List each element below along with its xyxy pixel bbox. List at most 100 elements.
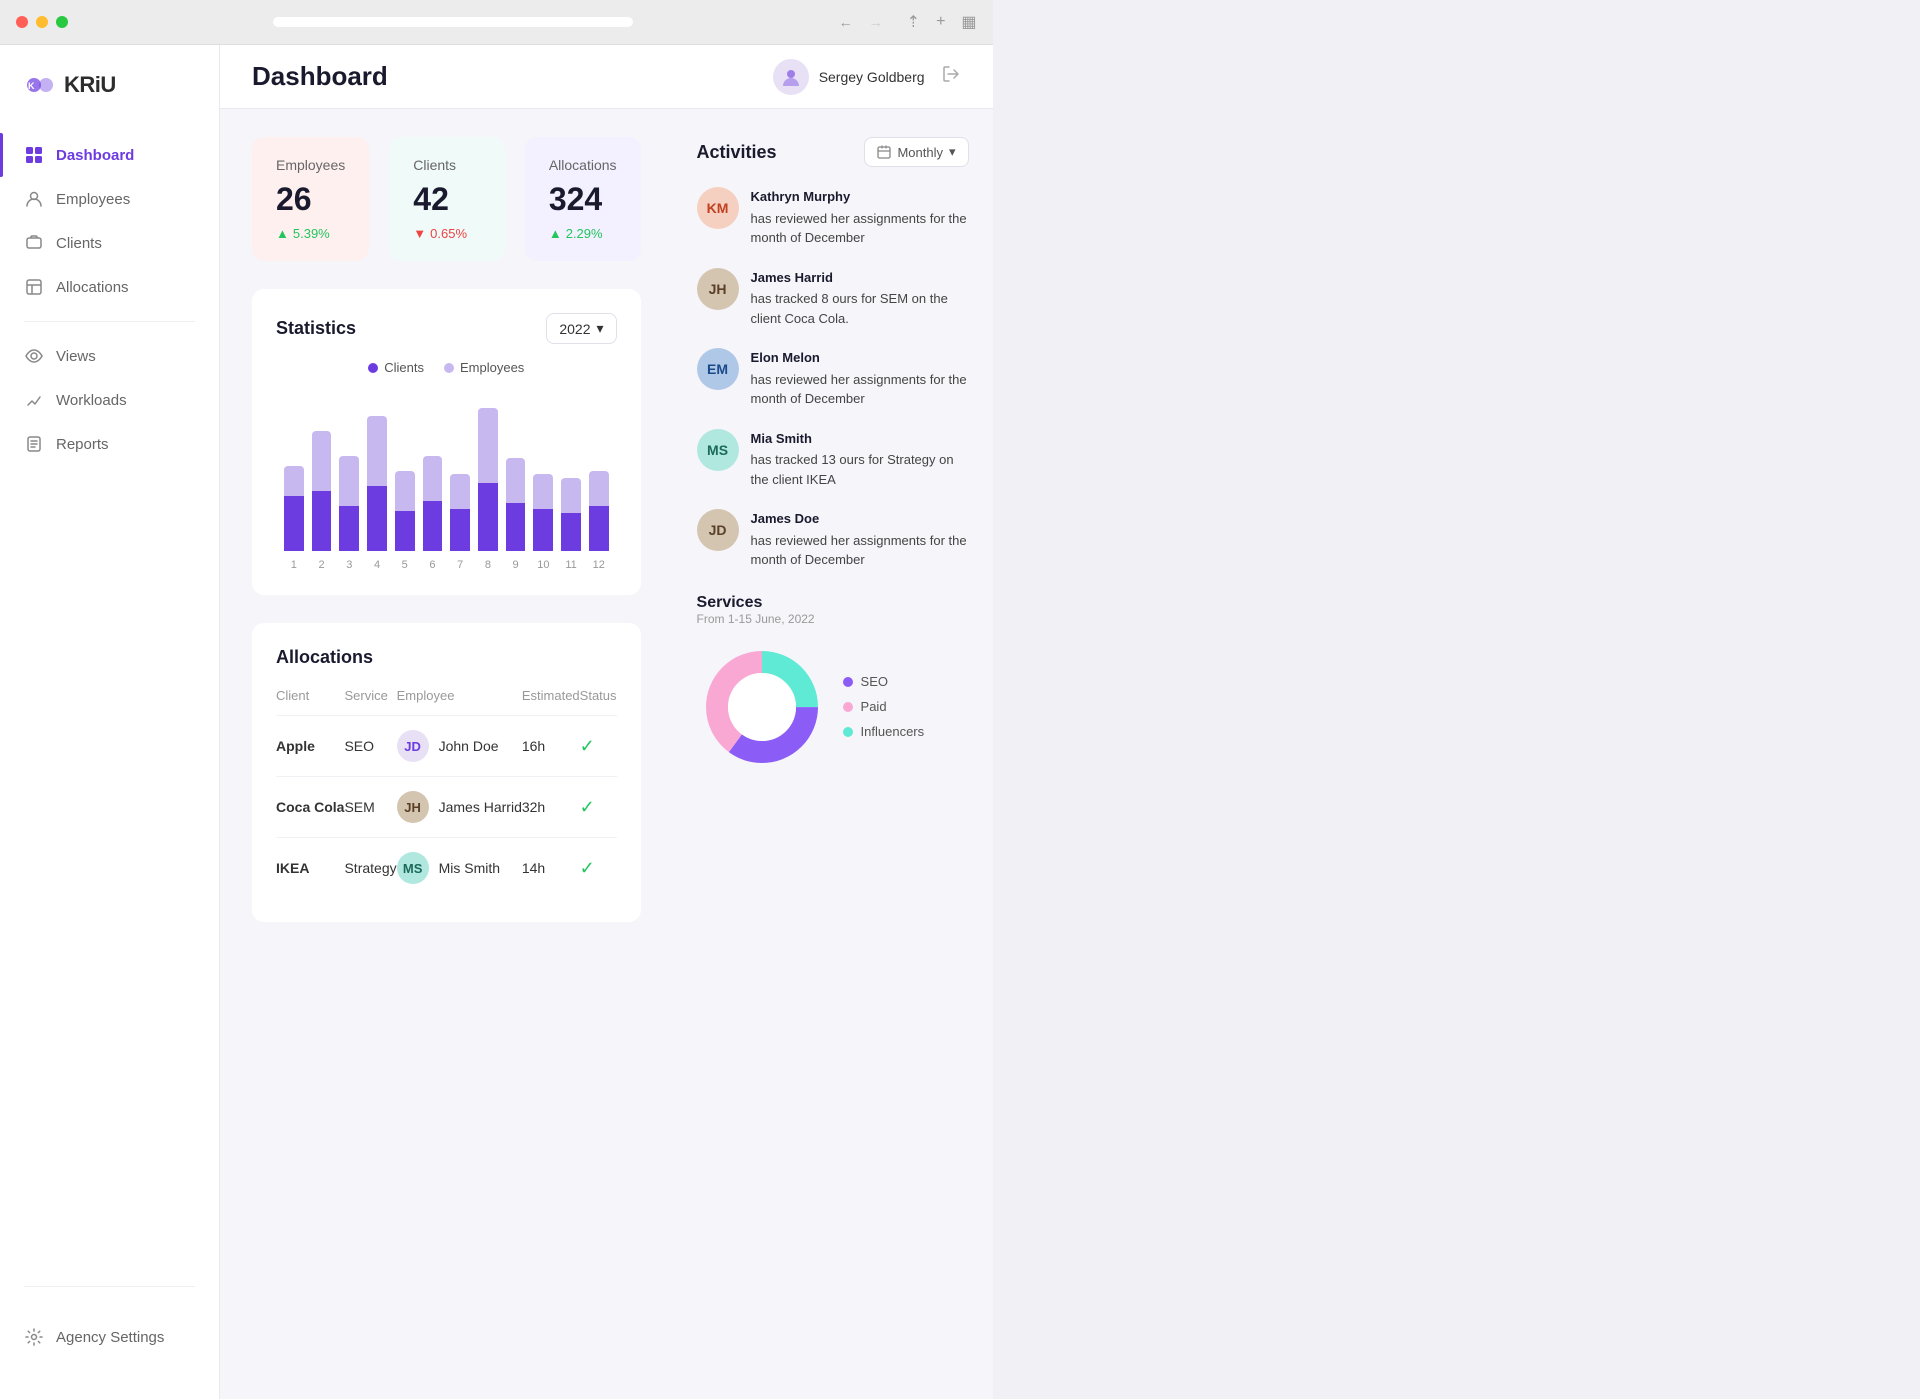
list-item: MS Mia Smith has tracked 13 ours for Str…	[697, 429, 969, 490]
activity-text: James Harrid has tracked 8 ours for SEM …	[751, 268, 969, 329]
logo-icon: K	[24, 69, 56, 101]
stat-label: Employees	[276, 157, 345, 173]
list-item: EM Elon Melon has reviewed her assignmen…	[697, 348, 969, 409]
bar-label: 11	[565, 559, 576, 571]
url-bar[interactable]	[273, 17, 633, 27]
avatar: MS	[697, 429, 739, 471]
cell-estimated: 14h	[522, 838, 580, 899]
bar-group: 8	[478, 391, 498, 571]
table-row: Apple SEO JD John Doe 16h ✓	[276, 716, 617, 777]
sidebar-item-label: Employees	[56, 191, 130, 208]
sidebar-item-label: Allocations	[56, 279, 129, 296]
bar-label: 3	[346, 559, 352, 571]
legend-employees: Employees	[444, 360, 524, 375]
cell-service: SEO	[344, 716, 396, 777]
sidebar-item-dashboard[interactable]: Dashboard	[0, 133, 219, 177]
sidebar-item-clients[interactable]: Clients	[0, 221, 219, 265]
cell-estimated: 32h	[522, 777, 580, 838]
cell-client: Coca Cola	[276, 777, 344, 838]
sidebar-item-employees[interactable]: Employees	[0, 177, 219, 221]
cell-employee: JD John Doe	[397, 716, 522, 777]
bar-group: 7	[450, 391, 470, 571]
allocations-icon	[24, 277, 44, 297]
share-icon[interactable]: ⇡	[907, 12, 920, 32]
avatar: JH	[697, 268, 739, 310]
avatar: JD	[697, 509, 739, 551]
services-subtitle: From 1-15 June, 2022	[697, 612, 969, 626]
page-title: Dashboard	[252, 61, 388, 92]
minimize-button[interactable]	[36, 16, 48, 28]
stat-card-employees: Employees 26 ▲ 5.39%	[252, 137, 369, 261]
year-selector[interactable]: 2022 ▾	[546, 313, 616, 344]
activities-filter[interactable]: Monthly ▾	[864, 137, 968, 167]
bar-group: 12	[589, 391, 609, 571]
col-status: Status	[580, 688, 617, 716]
settings-icon	[24, 1327, 44, 1347]
seo-dot	[843, 677, 853, 687]
bar-group: 4	[367, 391, 387, 571]
sidebar-item-workloads[interactable]: Workloads	[0, 378, 219, 422]
workloads-icon	[24, 390, 44, 410]
arrow-up-icon: ▲	[276, 226, 289, 241]
avatar	[773, 59, 809, 95]
window-chrome: ← → ⇡ + ▦	[0, 0, 993, 45]
activity-name: Mia Smith	[751, 429, 969, 449]
activities-title: Activities	[697, 142, 777, 163]
add-tab-icon[interactable]: +	[936, 13, 945, 31]
influencers-dot	[843, 727, 853, 737]
activity-name: James Harrid	[751, 268, 969, 288]
bar-group: 11	[561, 391, 581, 571]
dashboard-icon	[24, 145, 44, 165]
check-icon: ✓	[580, 858, 595, 878]
activity-text: James Doe has reviewed her assignments f…	[751, 509, 969, 570]
avatar: MS	[397, 852, 429, 884]
activity-name: James Doe	[751, 509, 969, 529]
activity-name: Elon Melon	[751, 348, 969, 368]
content-left: Employees 26 ▲ 5.39% Clients 42 ▼	[220, 109, 673, 1399]
col-client: Client	[276, 688, 344, 716]
sidebar-item-label: Dashboard	[56, 147, 134, 164]
activity-text: Kathryn Murphy has reviewed her assignme…	[751, 187, 969, 248]
arrow-up-icon: ▲	[549, 226, 562, 241]
content-right: Activities Monthly ▾ KM Kathryn	[673, 109, 993, 1399]
logout-icon[interactable]	[941, 64, 961, 89]
cell-employee: JH James Harrid	[397, 777, 522, 838]
maximize-button[interactable]	[56, 16, 68, 28]
statistics-section: Statistics 2022 ▾ Clients	[252, 289, 641, 595]
activity-text: Mia Smith has tracked 13 ours for Strate…	[751, 429, 969, 490]
cell-client: IKEA	[276, 838, 344, 899]
stat-value: 324	[549, 181, 617, 218]
user-info: Sergey Goldberg	[773, 59, 925, 95]
calendar-icon	[877, 145, 891, 159]
col-employee: Employee	[397, 688, 522, 716]
bar-label: 4	[374, 559, 380, 571]
bar-label: 2	[319, 559, 325, 571]
close-button[interactable]	[16, 16, 28, 28]
bar-label: 8	[485, 559, 491, 571]
avatar: JH	[397, 791, 429, 823]
allocations-title: Allocations	[276, 647, 617, 668]
bar-label: 7	[457, 559, 463, 571]
reports-icon	[24, 434, 44, 454]
avatar: EM	[697, 348, 739, 390]
avatar: JD	[397, 730, 429, 762]
legend-seo: SEO	[843, 674, 925, 689]
sidebar-item-views[interactable]: Views	[0, 334, 219, 378]
sidebar-item-label: Reports	[56, 436, 109, 453]
sidebar: K KRiU Dashboard	[0, 45, 220, 1399]
sidebar-item-agency-settings[interactable]: Agency Settings	[24, 1315, 195, 1359]
employees-dot	[444, 363, 454, 373]
bottom-divider	[24, 1286, 195, 1287]
stat-label: Allocations	[549, 157, 617, 173]
cell-estimated: 16h	[522, 716, 580, 777]
bar-group: 6	[423, 391, 443, 571]
sidebar-item-allocations[interactable]: Allocations	[0, 265, 219, 309]
content-area: Employees 26 ▲ 5.39% Clients 42 ▼	[220, 109, 993, 1399]
nav-forward-icon[interactable]: →	[869, 14, 883, 30]
nav-back-icon[interactable]: ←	[839, 14, 853, 30]
arrow-down-icon: ▼	[413, 226, 426, 241]
sidebar-item-label: Agency Settings	[56, 1329, 164, 1346]
sidebar-item-reports[interactable]: Reports	[0, 422, 219, 466]
cell-employee: MS Mis Smith	[397, 838, 522, 899]
sidebar-toggle-icon[interactable]: ▦	[961, 12, 976, 32]
